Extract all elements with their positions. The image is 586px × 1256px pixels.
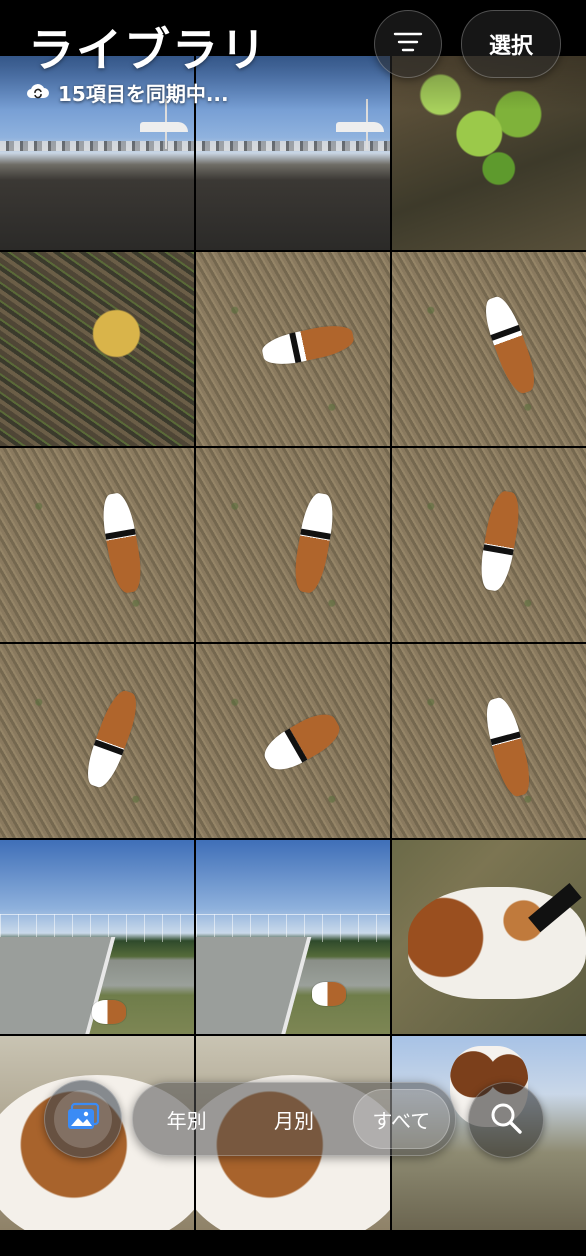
filter-lines-icon [393,31,423,57]
page-title: ライブラリ [28,23,268,77]
library-tab-button[interactable] [44,1080,122,1158]
cloud-sync-icon [26,81,50,105]
sync-status: 15項目を同期中... [26,78,229,107]
photo-grid [0,56,586,1256]
photo-thumbnail[interactable] [196,644,390,838]
photo-thumbnail[interactable] [0,644,194,838]
photo-thumbnail[interactable] [0,252,194,446]
photo-thumbnail[interactable] [196,252,390,446]
photo-library-icon [66,1102,100,1136]
view-segmented-control: 年別 月別 すべて [132,1082,456,1156]
search-button[interactable] [468,1082,544,1158]
photo-thumbnail[interactable] [0,448,194,642]
photo-thumbnail[interactable] [0,840,194,1034]
filter-button[interactable] [374,10,442,78]
photo-thumbnail[interactable] [196,448,390,642]
segment-years[interactable]: 年別 [138,1089,235,1149]
photo-thumbnail[interactable] [392,252,586,446]
sync-status-text: 15項目を同期中... [58,82,229,106]
bottom-toolbar: 年別 月別 すべて [0,1080,586,1160]
segment-months[interactable]: 月別 [245,1089,342,1149]
photo-thumbnail[interactable] [392,840,586,1034]
select-button[interactable]: 選択 [461,10,561,78]
search-icon [488,1100,524,1140]
photo-thumbnail[interactable] [196,840,390,1034]
segment-all[interactable]: すべて [352,1089,450,1149]
photo-thumbnail[interactable] [392,448,586,642]
library-header: ライブラリ 15項目を同期中... 選択 [0,0,586,110]
photo-thumbnail[interactable] [392,644,586,838]
